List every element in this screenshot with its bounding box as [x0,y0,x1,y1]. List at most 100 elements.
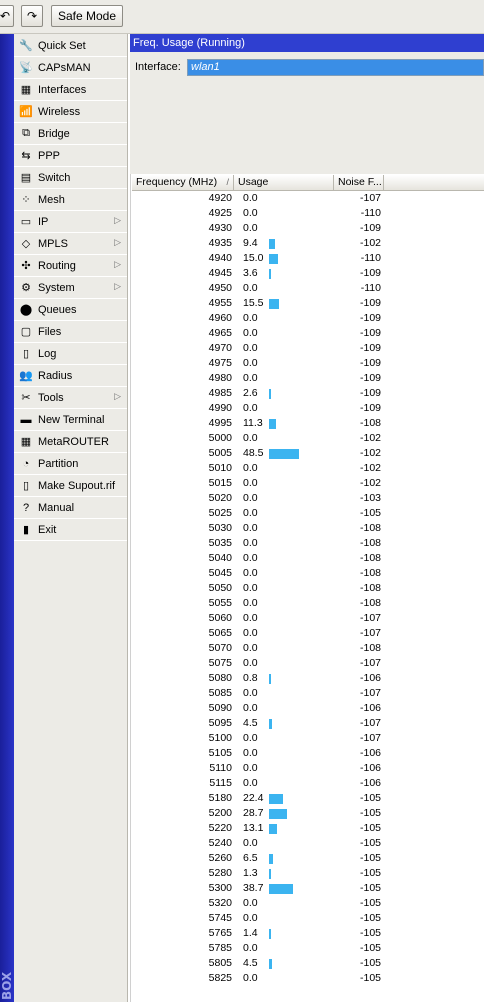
table-row[interactable]: 5320 0.0 -105 [131,896,484,911]
table-row[interactable]: 5065 0.0 -107 [131,626,484,641]
usage-cell: 9.4 [243,237,258,249]
table-row[interactable]: 4955 15.5 -109 [131,296,484,311]
noise-floor-cell: -105 [359,867,381,879]
sidebar-item-switch[interactable]: ▤ Switch [14,167,127,189]
table-row[interactable]: 5000 0.0 -102 [131,431,484,446]
sidebar-item-metarouter[interactable]: ▦ MetaROUTER [14,431,127,453]
table-row[interactable]: 5040 0.0 -108 [131,551,484,566]
table-row[interactable]: 5280 1.3 -105 [131,866,484,881]
frequency-cell: 5745 [208,912,232,924]
usage-cell: 3.6 [243,267,258,279]
frequency-cell: 5020 [208,492,232,504]
table-row[interactable]: 5180 22.4 -105 [131,791,484,806]
usage-cell: 0.0 [243,372,258,384]
table-row[interactable]: 4960 0.0 -109 [131,311,484,326]
sidebar-item-capsman[interactable]: 📡 CAPsMAN [14,57,127,79]
usage-cell: 2.6 [243,387,258,399]
table-row[interactable]: 5300 38.7 -105 [131,881,484,896]
table-row[interactable]: 4920 0.0 -107 [131,191,484,206]
frequency-cell: 5035 [208,537,232,549]
table-row[interactable]: 5825 0.0 -105 [131,971,484,986]
column-header-frequency[interactable]: Frequency (MHz) / [132,175,234,191]
safe-mode-button[interactable]: Safe Mode [51,5,123,27]
sidebar-item-partition[interactable]: ◔ Partition [14,453,127,475]
noise-floor-cell: -107 [359,627,381,639]
table-row[interactable]: 5010 0.0 -102 [131,461,484,476]
table-row[interactable]: 5050 0.0 -108 [131,581,484,596]
sidebar-item-queues[interactable]: ⬤ Queues [14,299,127,321]
table-row[interactable]: 4965 0.0 -109 [131,326,484,341]
table-row[interactable]: 5765 1.4 -105 [131,926,484,941]
sidebar-item-manual[interactable]: ? Manual [14,497,127,519]
sidebar-item-ip[interactable]: ▭ IP ▷ [14,211,127,233]
table-row[interactable]: 5105 0.0 -106 [131,746,484,761]
table-row[interactable]: 5095 4.5 -107 [131,716,484,731]
table-row[interactable]: 5055 0.0 -108 [131,596,484,611]
table-row[interactable]: 5015 0.0 -102 [131,476,484,491]
table-row[interactable]: 4980 0.0 -109 [131,371,484,386]
sidebar-item-routing[interactable]: ✣ Routing ▷ [14,255,127,277]
table-row[interactable]: 5805 4.5 -105 [131,956,484,971]
usage-cell: 48.5 [243,447,264,459]
column-header-noise-floor[interactable]: Noise F... [334,175,384,191]
table-row[interactable]: 5200 28.7 -105 [131,806,484,821]
sidebar-item-log[interactable]: ▯ Log [14,343,127,365]
sidebar-item-system[interactable]: ⚙ System ▷ [14,277,127,299]
table-row[interactable]: 5030 0.0 -108 [131,521,484,536]
sidebar-item-radius[interactable]: 👥 Radius [14,365,127,387]
frequency-cell: 5805 [208,957,232,969]
sidebar-item-mpls[interactable]: ◇ MPLS ▷ [14,233,127,255]
noise-floor-cell: -107 [359,612,381,624]
table-row[interactable]: 5745 0.0 -105 [131,911,484,926]
table-row[interactable]: 5220 13.1 -105 [131,821,484,836]
table-row[interactable]: 4995 11.3 -108 [131,416,484,431]
sidebar-item-tools[interactable]: ✂ Tools ▷ [14,387,127,409]
table-row[interactable]: 5115 0.0 -106 [131,776,484,791]
table-row[interactable]: 5005 48.5 -102 [131,446,484,461]
sidebar-item-files[interactable]: ▢ Files [14,321,127,343]
table-row[interactable]: 5240 0.0 -105 [131,836,484,851]
sidebar-item-make-supout-rif[interactable]: ▯ Make Supout.rif [14,475,127,497]
table-row[interactable]: 5785 0.0 -105 [131,941,484,956]
sidebar-item-new-terminal[interactable]: ▬ New Terminal [14,409,127,431]
sidebar-item-mesh[interactable]: ⁘ Mesh [14,189,127,211]
frequency-cell: 5010 [208,462,232,474]
table-row[interactable]: 4935 9.4 -102 [131,236,484,251]
table-row[interactable]: 4950 0.0 -110 [131,281,484,296]
interface-field[interactable]: wlan1 [187,59,484,76]
column-header-usage[interactable]: Usage [234,175,334,191]
table-row[interactable]: 4975 0.0 -109 [131,356,484,371]
table-row[interactable]: 5045 0.0 -108 [131,566,484,581]
table-row[interactable]: 4985 2.6 -109 [131,386,484,401]
sidebar-item-ppp[interactable]: ⇆ PPP [14,145,127,167]
table-row[interactable]: 5110 0.0 -106 [131,761,484,776]
sidebar-item-bridge[interactable]: ⧉ Bridge [14,123,127,145]
usage-cell: 0.0 [243,627,258,639]
table-row[interactable]: 5085 0.0 -107 [131,686,484,701]
table-row[interactable]: 4945 3.6 -109 [131,266,484,281]
table-row[interactable]: 5260 6.5 -105 [131,851,484,866]
table-row[interactable]: 4940 15.0 -110 [131,251,484,266]
table-row[interactable]: 4990 0.0 -109 [131,401,484,416]
table-row[interactable]: 4925 0.0 -110 [131,206,484,221]
table-row[interactable]: 5075 0.0 -107 [131,656,484,671]
sidebar-item-interfaces[interactable]: ▦ Interfaces [14,79,127,101]
table-row[interactable]: 5025 0.0 -105 [131,506,484,521]
table-row[interactable]: 5060 0.0 -107 [131,611,484,626]
table-row[interactable]: 4970 0.0 -109 [131,341,484,356]
table-row[interactable]: 5090 0.0 -106 [131,701,484,716]
table-row[interactable]: 5035 0.0 -108 [131,536,484,551]
sidebar-item-exit[interactable]: ▮ Exit [14,519,127,541]
sidebar-item-wireless[interactable]: 📶 Wireless [14,101,127,123]
redo-button[interactable]: ↷ [21,5,43,27]
undo-button[interactable]: ↶ [0,5,14,27]
table-row[interactable]: 4930 0.0 -109 [131,221,484,236]
sidebar-item-quick-set[interactable]: 🔧 Quick Set [14,35,127,57]
noise-floor-cell: -110 [360,207,381,219]
table-row[interactable]: 5020 0.0 -103 [131,491,484,506]
table-row[interactable]: 5100 0.0 -107 [131,731,484,746]
sidebar-item-label: System [38,281,75,294]
table-row[interactable]: 5080 0.8 -106 [131,671,484,686]
frequency-cell: 5075 [208,657,232,669]
table-row[interactable]: 5070 0.0 -108 [131,641,484,656]
